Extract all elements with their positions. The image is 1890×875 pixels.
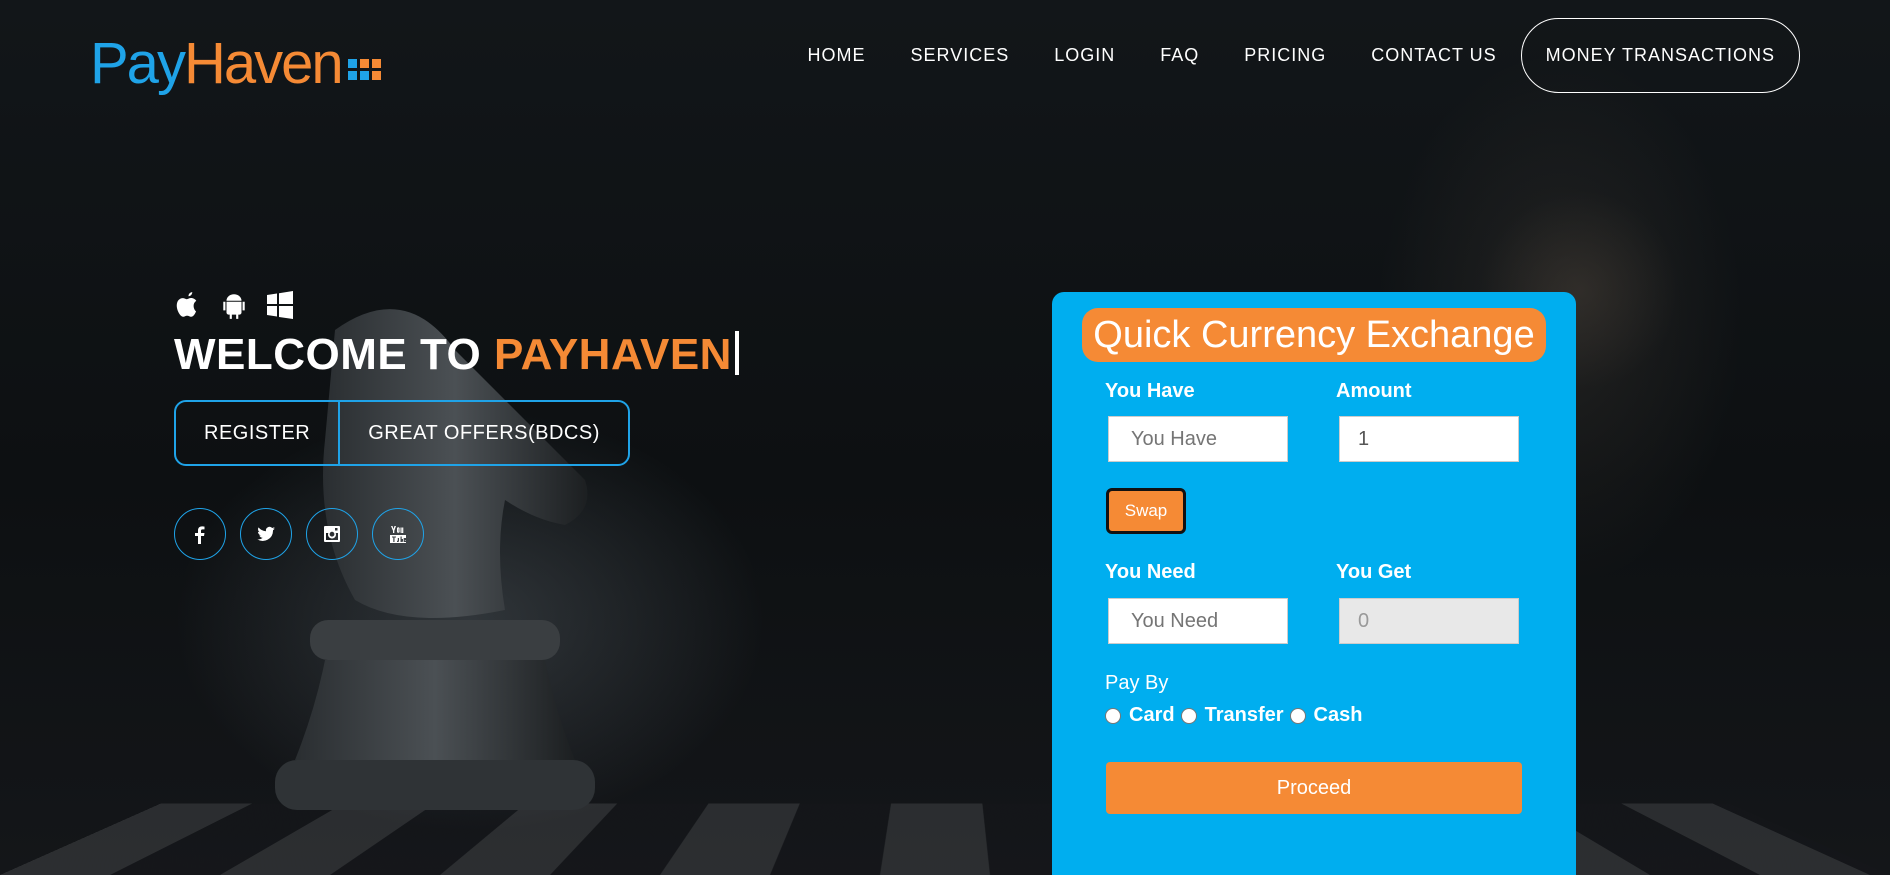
- nav-faq[interactable]: FAQ: [1160, 45, 1199, 66]
- logo-dots-icon: [348, 59, 381, 80]
- android-icon: [220, 290, 248, 320]
- welcome-heading: WELCOME TO PAYHAVEN: [174, 330, 739, 380]
- pay-option-transfer[interactable]: Transfer: [1181, 704, 1284, 727]
- facebook-icon: [190, 524, 210, 544]
- register-button[interactable]: REGISTER: [176, 402, 338, 464]
- welcome-prefix: WELCOME TO: [174, 330, 494, 379]
- cash-radio[interactable]: [1290, 708, 1306, 724]
- amount-input[interactable]: [1339, 416, 1519, 462]
- nav-home[interactable]: HOME: [808, 45, 866, 66]
- instagram-icon: [322, 524, 342, 544]
- exchange-title: Quick Currency Exchange: [1082, 308, 1546, 362]
- card-radio[interactable]: [1105, 708, 1121, 724]
- pay-by-options: Card Transfer Cash: [1105, 704, 1368, 727]
- facebook-link[interactable]: [174, 508, 226, 560]
- you-get-output: [1339, 598, 1519, 644]
- cash-label: Cash: [1314, 704, 1363, 727]
- great-offers-button[interactable]: GREAT OFFERS(BDCS): [338, 402, 628, 464]
- welcome-accent: PAYHAVEN: [494, 330, 732, 379]
- twitter-link[interactable]: [240, 508, 292, 560]
- windows-icon: [266, 290, 294, 320]
- proceed-button[interactable]: Proceed: [1106, 762, 1522, 814]
- card-label: Card: [1129, 704, 1175, 727]
- swap-button[interactable]: Swap: [1106, 488, 1186, 534]
- you-need-label: You Need: [1105, 561, 1196, 584]
- quick-exchange-panel: Quick Currency Exchange You Have Amount …: [1052, 292, 1576, 875]
- nav-pricing[interactable]: PRICING: [1244, 45, 1326, 66]
- main-nav: HOME SERVICES LOGIN FAQ PRICING CONTACT …: [763, 18, 1800, 93]
- youtube-icon: [388, 524, 408, 544]
- typing-cursor: [735, 331, 739, 375]
- pay-option-cash[interactable]: Cash: [1290, 704, 1363, 727]
- pay-by-label: Pay By: [1105, 672, 1168, 695]
- twitter-icon: [256, 524, 276, 544]
- you-have-label: You Have: [1105, 380, 1195, 403]
- hero-button-group: REGISTER GREAT OFFERS(BDCS): [174, 400, 630, 466]
- nav-contact-us[interactable]: CONTACT US: [1371, 45, 1496, 66]
- you-get-label: You Get: [1336, 561, 1411, 584]
- transfer-label: Transfer: [1205, 704, 1284, 727]
- logo-pay-text: Pay: [90, 30, 184, 97]
- you-have-input[interactable]: [1108, 416, 1288, 462]
- amount-label: Amount: [1336, 380, 1412, 403]
- platform-icons: [174, 290, 294, 320]
- transfer-radio[interactable]: [1181, 708, 1197, 724]
- you-need-input[interactable]: [1108, 598, 1288, 644]
- logo-haven-text: Haven: [184, 30, 342, 97]
- instagram-link[interactable]: [306, 508, 358, 560]
- youtube-link[interactable]: [372, 508, 424, 560]
- payhaven-logo[interactable]: Pay Haven: [90, 30, 381, 97]
- nav-login[interactable]: LOGIN: [1054, 45, 1115, 66]
- social-links: [174, 508, 424, 560]
- money-transactions-button[interactable]: MONEY TRANSACTIONS: [1521, 18, 1800, 93]
- apple-icon: [174, 290, 202, 320]
- pay-option-card[interactable]: Card: [1105, 704, 1175, 727]
- nav-services[interactable]: SERVICES: [911, 45, 1010, 66]
